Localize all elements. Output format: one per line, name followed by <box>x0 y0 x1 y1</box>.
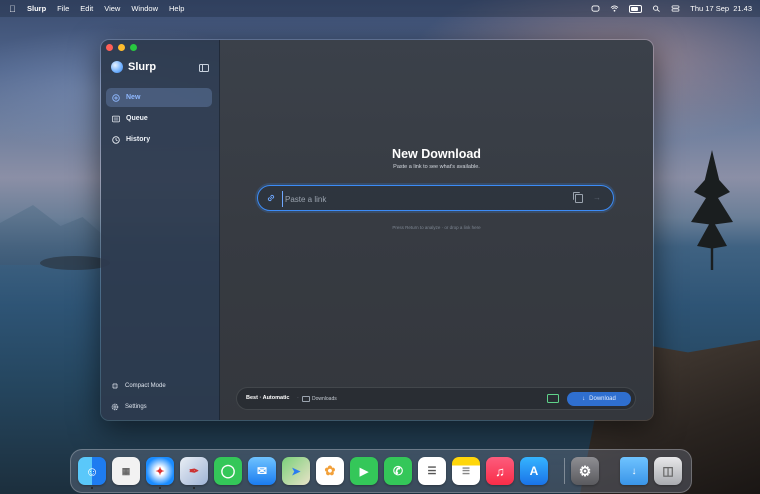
status-app-icon[interactable] <box>591 5 600 12</box>
finder-icon[interactable]: ☺ <box>78 457 106 485</box>
system-settings-icon[interactable]: ⚙ <box>571 457 599 485</box>
wallpaper-mountains <box>0 205 110 265</box>
dock-separator <box>564 458 565 484</box>
sidebar-item-label: New <box>126 94 141 101</box>
running-indicator <box>193 487 195 489</box>
page-title: New Download <box>392 147 481 161</box>
plus-circle-icon <box>112 93 120 102</box>
download-button[interactable]: ↓ Download <box>567 392 631 406</box>
wallpaper-tree <box>691 150 733 270</box>
dock: ☺ ▦ ✦ ✒ ◯ ✉ ➤ ✿ ▶ ✆ ☰ ☰ ♫ A ⚙ ↓ ◫ <box>70 449 692 493</box>
link-icon <box>267 194 275 202</box>
window-controls <box>106 44 137 51</box>
app-window: Slurp New Queue History Compact Mode Set… <box>100 39 654 421</box>
zoom-window-button[interactable] <box>130 44 137 51</box>
minimize-window-button[interactable] <box>118 44 125 51</box>
menu-bar:  Slurp File Edit View Window Help Thu 1… <box>0 0 760 17</box>
sidebar: Slurp New Queue History Compact Mode Set… <box>101 40 220 420</box>
link-input-box[interactable]: → <box>257 185 614 211</box>
options-separator: · <box>297 395 299 401</box>
close-window-button[interactable] <box>106 44 113 51</box>
destination-selector[interactable]: Downloads <box>312 396 337 402</box>
sidebar-item-history[interactable]: History <box>106 130 212 149</box>
launchpad-icon[interactable]: ▦ <box>112 457 140 485</box>
apple-menu-icon[interactable]:  <box>9 4 19 14</box>
app-logo-icon <box>111 61 123 73</box>
running-indicator <box>159 487 161 489</box>
menu-help[interactable]: Help <box>169 4 184 13</box>
safari-icon[interactable]: ✦ <box>146 457 174 485</box>
link-input[interactable] <box>282 191 567 207</box>
mail-icon[interactable]: ✉ <box>248 457 276 485</box>
sidebar-item-queue[interactable]: Queue <box>106 109 212 128</box>
gear-icon <box>111 403 119 411</box>
pencil-app-icon[interactable]: ✒ <box>180 457 208 485</box>
download-button-label: Download <box>589 396 616 402</box>
app-brand-name: Slurp <box>128 61 157 73</box>
paste-clipboard-icon[interactable] <box>573 192 583 203</box>
running-indicator <box>91 487 93 489</box>
messages-icon[interactable]: ◯ <box>214 457 242 485</box>
notes-icon[interactable]: ☰ <box>452 457 480 485</box>
input-hint: Press Return to analyze · or drop a link… <box>392 225 481 230</box>
arrow-right-icon[interactable]: → <box>593 194 601 202</box>
folder-icon <box>302 396 310 402</box>
phone-icon[interactable]: ✆ <box>384 457 412 485</box>
downloads-folder-icon[interactable]: ↓ <box>620 457 648 485</box>
wifi-icon[interactable] <box>610 5 619 12</box>
format-selector[interactable]: Best · Automatic <box>246 395 290 401</box>
sidebar-toggle-icon[interactable] <box>199 64 209 72</box>
maps-icon[interactable]: ➤ <box>282 457 310 485</box>
main-panel: New Download Paste a link to see what's … <box>220 40 653 420</box>
app-store-icon[interactable]: A <box>520 457 548 485</box>
trash-icon[interactable]: ◫ <box>654 457 682 485</box>
music-icon[interactable]: ♫ <box>486 457 514 485</box>
photos-icon[interactable]: ✿ <box>316 457 344 485</box>
facetime-icon[interactable]: ▶ <box>350 457 378 485</box>
compact-mode-button[interactable]: Compact Mode <box>111 382 166 390</box>
sidebar-item-new[interactable]: New <box>106 88 212 107</box>
reminders-icon[interactable]: ☰ <box>418 457 446 485</box>
page-subtitle: Paste a link to see what's available. <box>393 164 480 170</box>
menu-view[interactable]: View <box>104 4 120 13</box>
download-arrow-icon: ↓ <box>582 396 586 402</box>
download-options-bar: Best · Automatic · Downloads ↓ Download <box>236 387 636 410</box>
menu-clock[interactable]: Thu 17 Sep 21.43 <box>690 4 752 13</box>
menu-window[interactable]: Window <box>131 4 158 13</box>
sidebar-item-label: History <box>126 136 151 143</box>
compact-mode-label: Compact Mode <box>125 383 166 389</box>
compact-arrows-icon <box>112 383 118 389</box>
open-folder-button[interactable] <box>547 394 559 403</box>
menu-app-name[interactable]: Slurp <box>27 4 46 13</box>
menu-edit[interactable]: Edit <box>80 4 93 13</box>
battery-icon[interactable] <box>629 4 643 13</box>
settings-button[interactable]: Settings <box>111 403 147 411</box>
menu-file[interactable]: File <box>57 4 69 13</box>
settings-label: Settings <box>125 404 147 410</box>
search-icon[interactable] <box>652 5 661 12</box>
control-center-icon[interactable] <box>671 5 680 12</box>
app-brand: Slurp <box>111 61 156 73</box>
list-icon <box>112 115 120 123</box>
clock-icon <box>112 135 120 144</box>
sidebar-item-label: Queue <box>126 115 148 122</box>
